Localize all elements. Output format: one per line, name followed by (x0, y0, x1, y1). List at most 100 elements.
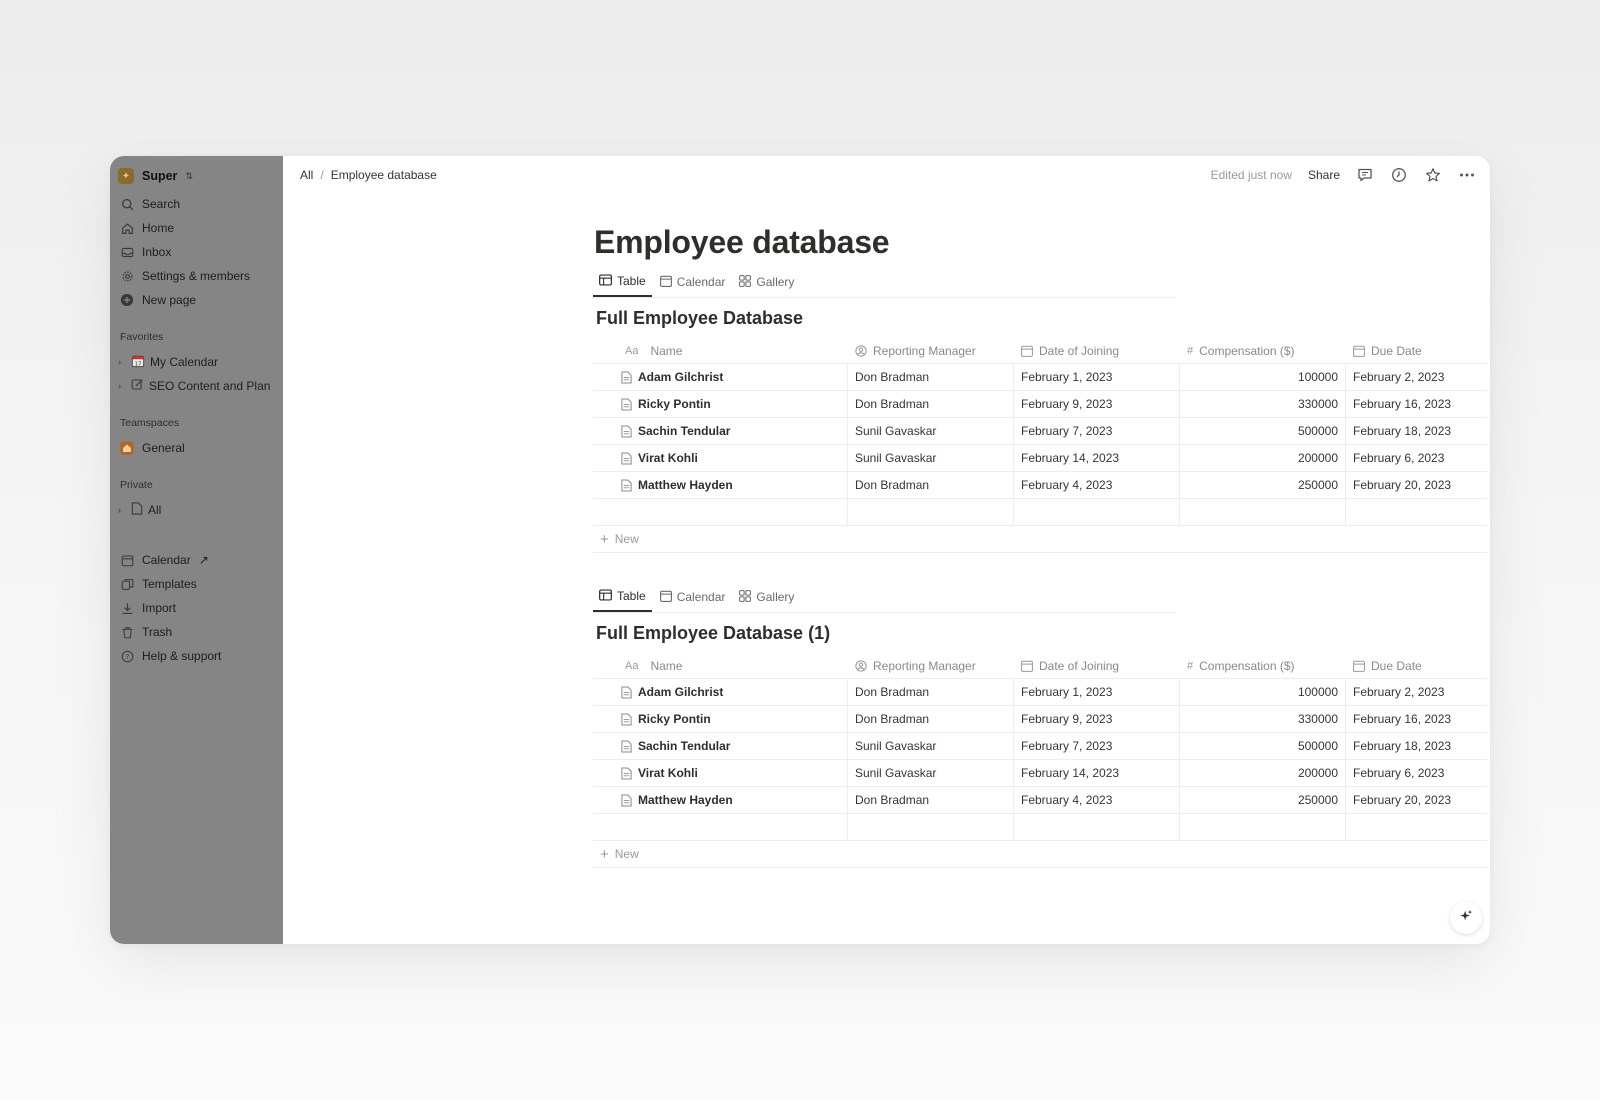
chevron-right-icon[interactable]: › (118, 381, 126, 391)
compensation-cell[interactable]: 500000 (1180, 733, 1346, 759)
name-cell[interactable]: Sachin Tendular (593, 733, 848, 759)
column-header-compensation[interactable]: # Compensation ($) (1180, 653, 1346, 678)
sidebar-item-seo-content[interactable]: › SEO Content and Plan (116, 374, 277, 398)
empty-table-row[interactable] (593, 499, 1487, 526)
compensation-cell[interactable]: 100000 (1180, 679, 1346, 705)
due-date-cell[interactable]: February 16, 2023 (1346, 706, 1487, 732)
date-of-joining-cell[interactable]: February 7, 2023 (1014, 733, 1180, 759)
new-row-button[interactable]: + New (593, 526, 1487, 553)
table-row[interactable]: Matthew Hayden Don Bradman February 4, 2… (593, 787, 1487, 814)
manager-cell[interactable]: Don Bradman (848, 706, 1014, 732)
empty-cell[interactable] (1346, 499, 1487, 525)
date-of-joining-cell[interactable]: February 1, 2023 (1014, 364, 1180, 390)
sidebar-item-import[interactable]: Import (116, 596, 277, 620)
column-header-compensation[interactable]: # Compensation ($) (1180, 338, 1346, 363)
breadcrumb-current-page[interactable]: Employee database (331, 168, 437, 182)
name-cell[interactable]: Adam Gilchrist (593, 679, 848, 705)
compensation-cell[interactable]: 250000 (1180, 472, 1346, 498)
manager-cell[interactable]: Sunil Gavaskar (848, 445, 1014, 471)
manager-cell[interactable]: Don Bradman (848, 364, 1014, 390)
compensation-cell[interactable]: 200000 (1180, 445, 1346, 471)
sidebar-item-inbox[interactable]: Inbox (116, 240, 277, 264)
sidebar-item-new-page[interactable]: New page (116, 288, 277, 312)
manager-cell[interactable]: Sunil Gavaskar (848, 418, 1014, 444)
empty-cell[interactable] (1014, 814, 1180, 840)
compensation-cell[interactable]: 330000 (1180, 391, 1346, 417)
tab-gallery[interactable]: Gallery (733, 582, 800, 612)
empty-cell[interactable] (1180, 499, 1346, 525)
due-date-cell[interactable]: February 20, 2023 (1346, 787, 1487, 813)
date-of-joining-cell[interactable]: February 14, 2023 (1014, 760, 1180, 786)
star-icon[interactable] (1424, 166, 1442, 184)
sidebar-item-home[interactable]: Home (116, 216, 277, 240)
manager-cell[interactable]: Sunil Gavaskar (848, 760, 1014, 786)
due-date-cell[interactable]: February 6, 2023 (1346, 445, 1487, 471)
more-options-icon[interactable] (1458, 166, 1476, 184)
date-of-joining-cell[interactable]: February 9, 2023 (1014, 706, 1180, 732)
table-row[interactable]: Virat Kohli Sunil Gavaskar February 14, … (593, 760, 1487, 787)
name-cell[interactable]: Virat Kohli (593, 445, 848, 471)
sidebar-item-calendar[interactable]: Calendar ↗ (116, 548, 277, 572)
new-row-button[interactable]: + New (593, 841, 1487, 868)
column-header-manager[interactable]: Reporting Manager (848, 338, 1014, 363)
due-date-cell[interactable]: February 2, 2023 (1346, 679, 1487, 705)
due-date-cell[interactable]: February 6, 2023 (1346, 760, 1487, 786)
name-cell[interactable]: Matthew Hayden (593, 787, 848, 813)
sidebar-item-search[interactable]: Search (116, 192, 277, 216)
due-date-cell[interactable]: February 18, 2023 (1346, 418, 1487, 444)
breadcrumb-all[interactable]: All (300, 168, 313, 182)
column-header-due-date[interactable]: Due Date (1346, 653, 1487, 678)
due-date-cell[interactable]: February 2, 2023 (1346, 364, 1487, 390)
manager-cell[interactable]: Don Bradman (848, 472, 1014, 498)
manager-cell[interactable]: Don Bradman (848, 787, 1014, 813)
database-title[interactable]: Full Employee Database (1) (593, 613, 1490, 653)
compensation-cell[interactable]: 200000 (1180, 760, 1346, 786)
database-title[interactable]: Full Employee Database (593, 298, 1490, 338)
page-title[interactable]: Employee database (594, 218, 1490, 266)
empty-cell[interactable] (1014, 499, 1180, 525)
manager-cell[interactable]: Don Bradman (848, 679, 1014, 705)
sidebar-item-templates[interactable]: Templates (116, 572, 277, 596)
column-header-name[interactable]: Aa Name (593, 653, 848, 678)
compensation-cell[interactable]: 100000 (1180, 364, 1346, 390)
table-row[interactable]: Sachin Tendular Sunil Gavaskar February … (593, 418, 1487, 445)
date-of-joining-cell[interactable]: February 4, 2023 (1014, 472, 1180, 498)
due-date-cell[interactable]: February 18, 2023 (1346, 733, 1487, 759)
share-button[interactable]: Share (1308, 168, 1340, 182)
date-of-joining-cell[interactable]: February 7, 2023 (1014, 418, 1180, 444)
sidebar-item-help[interactable]: ? Help & support (116, 644, 277, 668)
ai-assistant-button[interactable] (1450, 902, 1482, 934)
table-row[interactable]: Matthew Hayden Don Bradman February 4, 2… (593, 472, 1487, 499)
date-of-joining-cell[interactable]: February 14, 2023 (1014, 445, 1180, 471)
tab-table[interactable]: Table (593, 267, 652, 297)
name-cell[interactable]: Ricky Pontin (593, 391, 848, 417)
empty-table-row[interactable] (593, 814, 1487, 841)
empty-cell[interactable] (593, 814, 848, 840)
column-header-date-of-joining[interactable]: Date of Joining (1014, 338, 1180, 363)
due-date-cell[interactable]: February 20, 2023 (1346, 472, 1487, 498)
date-of-joining-cell[interactable]: February 1, 2023 (1014, 679, 1180, 705)
column-header-date-of-joining[interactable]: Date of Joining (1014, 653, 1180, 678)
name-cell[interactable]: Ricky Pontin (593, 706, 848, 732)
sidebar-item-trash[interactable]: Trash (116, 620, 277, 644)
empty-cell[interactable] (848, 499, 1014, 525)
table-row[interactable]: Ricky Pontin Don Bradman February 9, 202… (593, 391, 1487, 418)
manager-cell[interactable]: Don Bradman (848, 391, 1014, 417)
table-row[interactable]: Virat Kohli Sunil Gavaskar February 14, … (593, 445, 1487, 472)
comment-icon[interactable] (1356, 166, 1374, 184)
column-header-name[interactable]: Aa Name (593, 338, 848, 363)
table-row[interactable]: Adam Gilchrist Don Bradman February 1, 2… (593, 679, 1487, 706)
tab-gallery[interactable]: Gallery (733, 267, 800, 297)
table-row[interactable]: Ricky Pontin Don Bradman February 9, 202… (593, 706, 1487, 733)
table-row[interactable]: Adam Gilchrist Don Bradman February 1, 2… (593, 364, 1487, 391)
workspace-switcher[interactable]: ✦ Super ⇅ (116, 164, 277, 188)
sidebar-item-all[interactable]: › All (116, 498, 277, 522)
column-header-manager[interactable]: Reporting Manager (848, 653, 1014, 678)
history-clock-icon[interactable] (1390, 166, 1408, 184)
tab-calendar[interactable]: Calendar (654, 582, 732, 612)
chevron-right-icon[interactable]: › (118, 505, 126, 515)
empty-cell[interactable] (1180, 814, 1346, 840)
sidebar-item-my-calendar[interactable]: › 17 My Calendar (116, 350, 277, 374)
date-of-joining-cell[interactable]: February 4, 2023 (1014, 787, 1180, 813)
name-cell[interactable]: Matthew Hayden (593, 472, 848, 498)
